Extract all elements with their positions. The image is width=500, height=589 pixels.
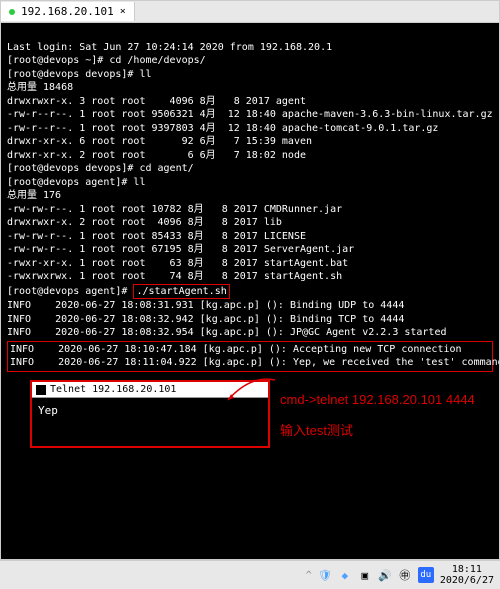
line: -rw-rw-r--. 1 root root 67195 8月 8 2017 … xyxy=(7,244,354,255)
line: INFO 2020-06-27 18:08:32.954 [kg.apc.p] … xyxy=(7,327,447,338)
app-icon[interactable]: ◆ xyxy=(338,568,352,582)
telnet-output: Yep xyxy=(38,404,58,417)
annotation-input: 输入test测试 xyxy=(280,420,353,439)
volume-icon[interactable]: 🔊 xyxy=(378,568,392,582)
line: [root@devops devops]# cd agent/ xyxy=(7,163,194,174)
line: drwxrwxr-x. 2 root root 4096 8月 8 2017 l… xyxy=(7,217,282,228)
line: -rwxr-xr-x. 1 root root 63 8月 8 2017 sta… xyxy=(7,258,348,269)
line: -rwxrwxrwx. 1 root root 74 8月 8 2017 sta… xyxy=(7,271,342,282)
highlighted-log-block: INFO 2020-06-27 18:10:47.184 [kg.apc.p] … xyxy=(7,341,493,372)
line: INFO 2020-06-27 18:11:04.922 [kg.apc.p] … xyxy=(10,357,499,368)
tab-session[interactable]: 192.168.20.101 × xyxy=(1,2,135,21)
line: Last login: Sat Jun 27 10:24:14 2020 fro… xyxy=(7,42,332,53)
taskbar-clock[interactable]: 18:11 2020/6/27 xyxy=(440,564,494,586)
line: -rw-rw-r--. 1 root root 10782 8月 8 2017 … xyxy=(7,204,342,215)
line: 总用量 176 xyxy=(7,190,61,201)
line: -rw-r--r--. 1 root root 9397803 4月 12 18… xyxy=(7,123,438,134)
highlighted-command: ./startAgent.sh xyxy=(133,284,229,300)
line: INFO 2020-06-27 18:10:47.184 [kg.apc.p] … xyxy=(10,344,462,355)
line: 总用量 18468 xyxy=(7,82,73,93)
shield-icon[interactable]: 🛡 xyxy=(318,568,332,582)
annotation-arrow-icon xyxy=(220,375,280,405)
tab-close-icon[interactable]: × xyxy=(120,6,126,17)
tray-expand-icon[interactable]: ^ xyxy=(306,570,312,581)
ime-icon[interactable]: ㊥ xyxy=(398,568,412,582)
line: drwxrwxr-x. 3 root root 4096 8月 8 2017 a… xyxy=(7,96,306,107)
line: [root@devops ~]# cd /home/devops/ xyxy=(7,55,206,66)
clock-date: 2020/6/27 xyxy=(440,575,494,586)
clock-time: 18:11 xyxy=(440,564,494,575)
network-icon[interactable]: ▣ xyxy=(358,568,372,582)
du-icon[interactable]: du xyxy=(418,567,434,583)
system-tray: ^ 🛡 ◆ ▣ 🔊 ㊥ du 18:11 2020/6/27 xyxy=(306,564,494,586)
cmd-icon xyxy=(36,385,46,395)
tab-title: 192.168.20.101 xyxy=(21,5,114,18)
telnet-body[interactable]: Yep xyxy=(32,398,268,446)
line: -rw-r--r--. 1 root root 9506321 4月 12 18… xyxy=(7,109,493,120)
line: INFO 2020-06-27 18:08:31.931 [kg.apc.p] … xyxy=(7,300,404,311)
line: drwxr-xr-x. 2 root root 6 6月 7 18:02 nod… xyxy=(7,150,306,161)
telnet-title-text: Telnet 192.168.20.101 xyxy=(50,384,176,395)
line: INFO 2020-06-27 18:08:32.942 [kg.apc.p] … xyxy=(7,314,404,325)
line: drwxr-xr-x. 6 root root 92 6月 7 15:39 ma… xyxy=(7,136,312,147)
annotation-cmd: cmd->telnet 192.168.20.101 4444 xyxy=(280,392,475,407)
prompt: [root@devops agent]# xyxy=(7,286,133,297)
terminal-body[interactable]: Last login: Sat Jun 27 10:24:14 2020 fro… xyxy=(1,23,499,559)
tab-bar: 192.168.20.101 × xyxy=(1,1,499,23)
terminal-window: 192.168.20.101 × Last login: Sat Jun 27 … xyxy=(0,0,500,560)
line: -rw-rw-r--. 1 root root 85433 8月 8 2017 … xyxy=(7,231,306,242)
status-dot-icon xyxy=(9,9,15,15)
taskbar: ^ 🛡 ◆ ▣ 🔊 ㊥ du 18:11 2020/6/27 xyxy=(0,560,500,589)
line: [root@devops devops]# ll xyxy=(7,69,152,80)
line: [root@devops agent]# ll xyxy=(7,177,145,188)
